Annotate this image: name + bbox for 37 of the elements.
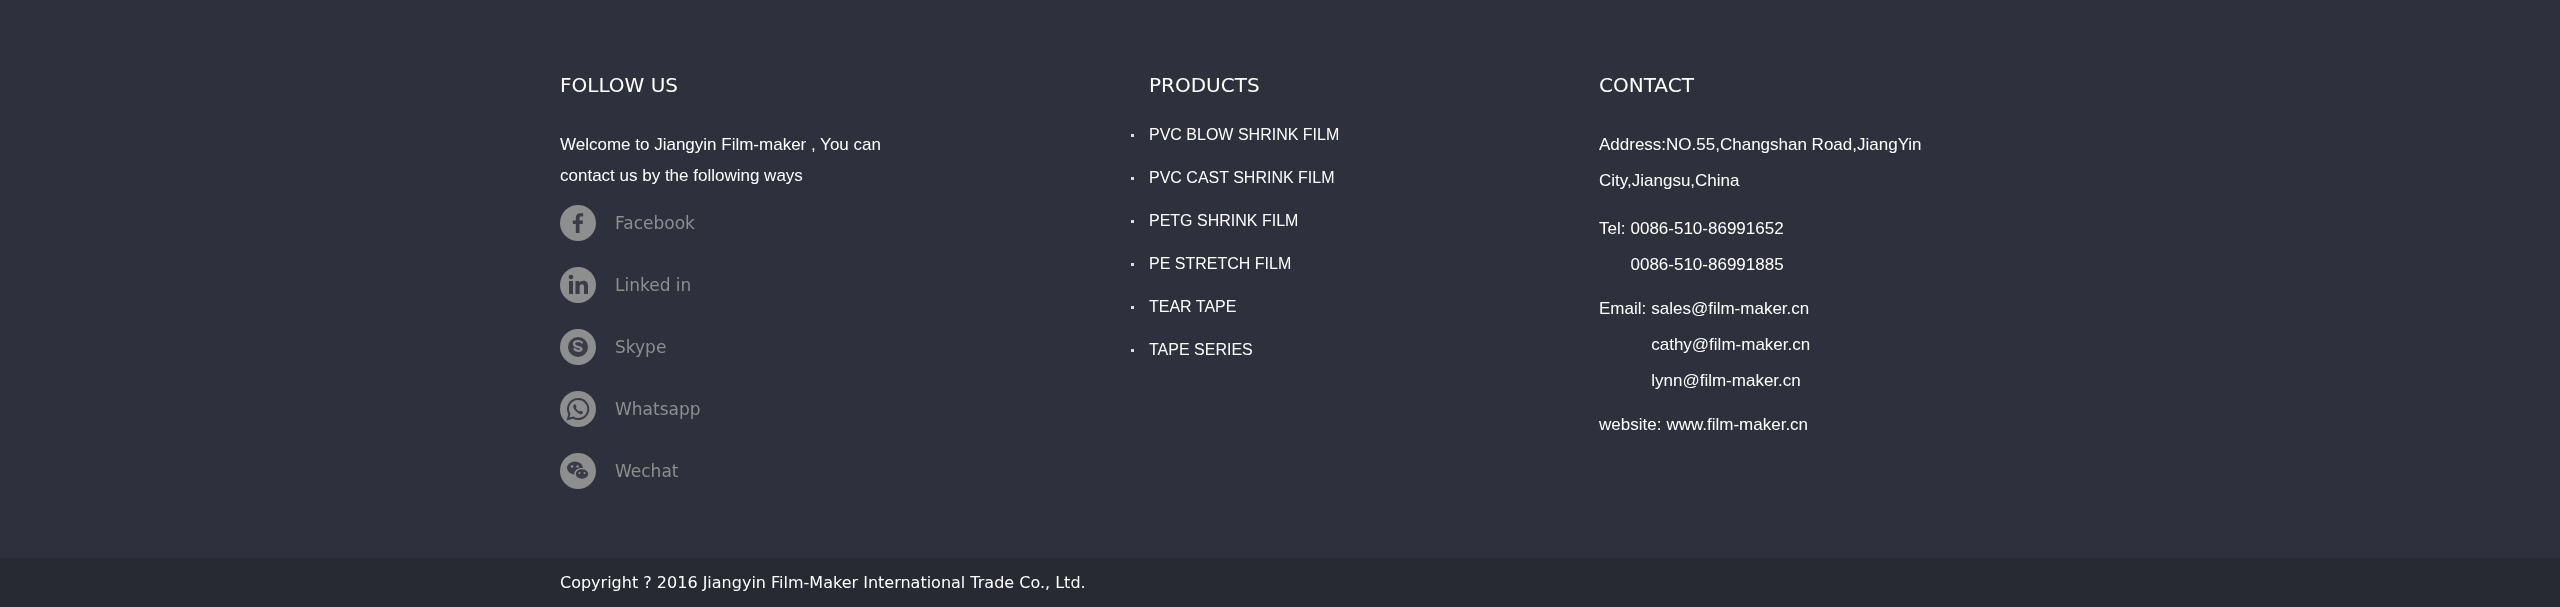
- social-link[interactable]: Skype: [615, 337, 667, 357]
- linkedin-icon[interactable]: [560, 267, 596, 303]
- social-link[interactable]: Wechat: [615, 461, 679, 481]
- bullet-icon: [1131, 133, 1134, 137]
- product-link[interactable]: TEAR TAPE: [1149, 298, 1237, 316]
- contact-label: Tel:: [1599, 218, 1626, 240]
- phone-number: 0086-510-86991652: [1630, 218, 1784, 240]
- email-address: lynn@film-maker.cn: [1651, 370, 1802, 392]
- contact-label: website:: [1599, 414, 1662, 436]
- section-heading: FOLLOW US: [560, 72, 680, 99]
- intro-text: Welcome to Jiangyin Film-maker , You can contact us by the following ways: [560, 134, 882, 187]
- section-heading: PRODUCTS: [1149, 72, 1261, 99]
- skype-icon[interactable]: [560, 329, 596, 365]
- section-heading: CONTACT: [1599, 72, 1695, 99]
- product-link[interactable]: PETG SHRINK FILM: [1149, 212, 1299, 230]
- product-link[interactable]: PVC BLOW SHRINK FILM: [1149, 126, 1340, 144]
- email-address: cathy@film-maker.cn: [1651, 334, 1811, 356]
- social-link[interactable]: Whatsapp: [615, 399, 701, 419]
- contact-label: Email:: [1599, 298, 1647, 320]
- bullet-icon: [1131, 262, 1134, 266]
- website-address: www.film-maker.cn: [1666, 414, 1809, 436]
- phone-number: 0086-510-86991885: [1630, 254, 1784, 276]
- social-link[interactable]: Linked in: [615, 275, 692, 295]
- product-link[interactable]: TAPE SERIES: [1149, 341, 1253, 359]
- facebook-icon[interactable]: [560, 205, 596, 241]
- bullet-icon: [1131, 176, 1134, 180]
- copyright-text: Copyright ? 2016 Jiangyin Film-Maker International Trade Co., Ltd.: [560, 573, 1086, 592]
- product-link[interactable]: PVC CAST SHRINK FILM: [1149, 169, 1335, 187]
- wechat-icon[interactable]: [560, 453, 596, 489]
- address-text: Address:NO.55,Changshan Road,JiangYin City,Jiangsu,China: [1599, 134, 1923, 192]
- email-address: sales@film-maker.cn: [1651, 298, 1811, 320]
- social-link[interactable]: Facebook: [615, 213, 695, 233]
- bullet-icon: [1131, 219, 1134, 223]
- whatsapp-icon[interactable]: [560, 391, 596, 427]
- bullet-icon: [1131, 305, 1134, 309]
- product-link[interactable]: PE STRETCH FILM: [1149, 255, 1292, 273]
- bullet-icon: [1131, 348, 1134, 352]
